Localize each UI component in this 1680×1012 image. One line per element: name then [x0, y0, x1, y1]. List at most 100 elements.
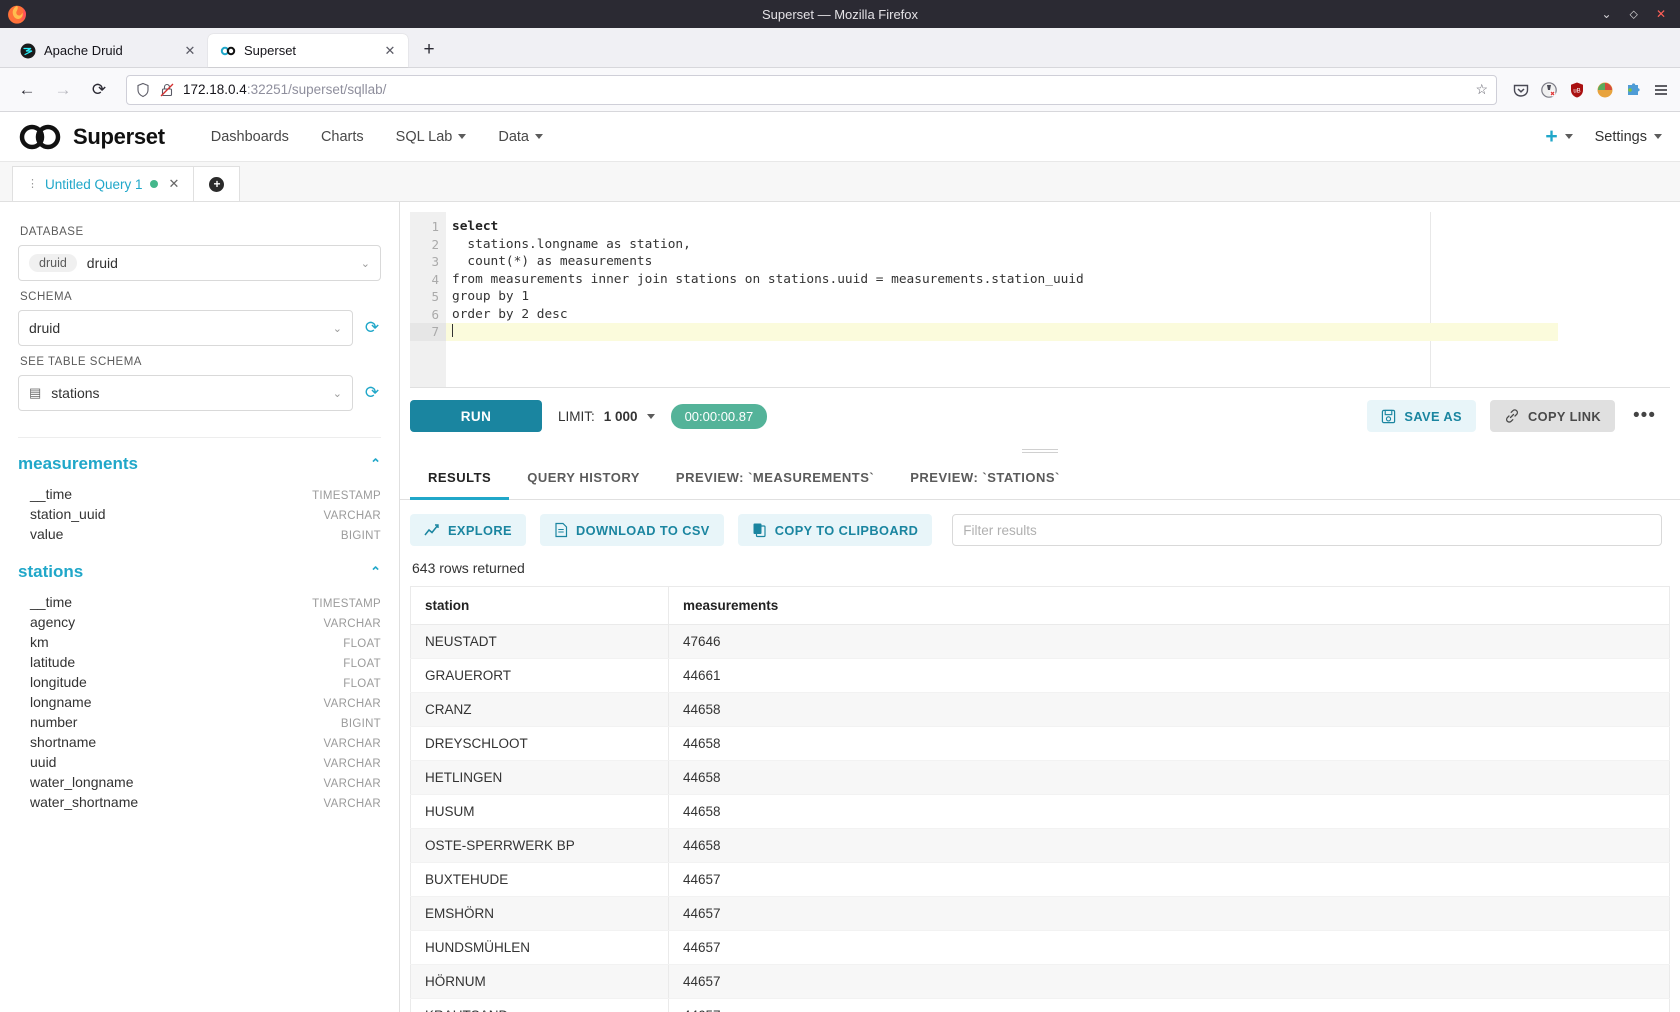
table-row[interactable]: HÖRNUM44657 — [411, 965, 1670, 999]
chevron-up-icon[interactable]: ⌃ — [370, 456, 381, 472]
nav-item-data[interactable]: Data — [482, 112, 559, 162]
table-header-measurements[interactable]: measurements ⌃ — [18, 454, 381, 474]
column-row: shortnameVARCHAR — [18, 732, 381, 752]
run-button[interactable]: RUN — [410, 400, 542, 432]
explore-button[interactable]: EXPLORE — [410, 514, 526, 546]
browser-tab-superset[interactable]: Superset ✕ — [208, 34, 408, 67]
ublock-icon[interactable]: uB — [1567, 80, 1586, 99]
column-name: agency — [30, 614, 75, 630]
database-select[interactable]: druid druid ⌄ — [18, 245, 381, 281]
column-header-station[interactable]: station — [411, 587, 669, 625]
table-row[interactable]: BUXTEHUDE44657 — [411, 863, 1670, 897]
refresh-schema-icon[interactable]: ⟳ — [363, 318, 381, 338]
nav-item-charts[interactable]: Charts — [305, 112, 380, 162]
settings-menu-button[interactable]: Settings — [1595, 129, 1662, 145]
tab-results[interactable]: RESULTS — [410, 458, 509, 500]
cell-measurements: 44658 — [669, 795, 1670, 829]
table-select[interactable]: ▤ stations ⌄ — [18, 375, 353, 411]
add-query-tab-button[interactable]: + — [194, 166, 240, 201]
query-tab-untitled-query-1[interactable]: ⋮ Untitled Query 1 ✕ — [12, 166, 194, 201]
menu-icon[interactable] — [1651, 80, 1670, 99]
pocket-icon[interactable] — [1511, 80, 1530, 99]
table-row[interactable]: CRANZ44658 — [411, 693, 1670, 727]
tab-preview-measurements[interactable]: PREVIEW: `MEASUREMENTS` — [658, 458, 892, 500]
nav-item-dashboards[interactable]: Dashboards — [195, 112, 305, 162]
cell-measurements: 44661 — [669, 659, 1670, 693]
schema-select[interactable]: druid ⌄ — [18, 310, 353, 346]
plus-icon: + — [209, 177, 224, 192]
database-value: druid — [87, 255, 118, 271]
table-schema-label: SEE TABLE SCHEMA — [20, 356, 381, 368]
copy-clipboard-button[interactable]: COPY TO CLIPBOARD — [738, 514, 933, 546]
superset-logo[interactable]: Superset — [18, 124, 165, 150]
table-row[interactable]: OSTE-SPERRWERK BP44658 — [411, 829, 1670, 863]
container-icon[interactable] — [1539, 80, 1558, 99]
tab-preview-stations[interactable]: PREVIEW: `STATIONS` — [892, 458, 1078, 500]
table-row[interactable]: GRAUERORT44661 — [411, 659, 1670, 693]
superset-favicon-icon — [220, 43, 236, 59]
cell-station: BUXTEHUDE — [411, 863, 669, 897]
column-type: FLOAT — [343, 658, 381, 670]
column-row: __timeTIMESTAMP — [18, 484, 381, 504]
chevron-up-icon[interactable]: ⌃ — [370, 564, 381, 580]
colorful-shield-icon[interactable] — [1595, 80, 1614, 99]
tab-close-icon[interactable]: ✕ — [182, 43, 198, 59]
table-row[interactable]: NEUSTADT47646 — [411, 625, 1670, 659]
puzzle-icon[interactable] — [1623, 80, 1642, 99]
cell-measurements: 44657 — [669, 897, 1670, 931]
more-options-button[interactable]: ••• — [1629, 405, 1660, 427]
column-row: numberBIGINT — [18, 712, 381, 732]
tab-close-icon[interactable]: ✕ — [382, 43, 398, 59]
table-row[interactable]: HETLINGEN44658 — [411, 761, 1670, 795]
new-item-button[interactable]: + — [1545, 125, 1572, 149]
results-table-wrapper[interactable]: station measurements NEUSTADT47646 GRAUE… — [400, 586, 1680, 1012]
tab-query-history[interactable]: QUERY HISTORY — [509, 458, 658, 500]
copy-link-button[interactable]: COPY LINK — [1490, 400, 1615, 432]
maximize-button[interactable]: ⬦ — [1630, 8, 1638, 20]
save-as-label: SAVE AS — [1404, 409, 1462, 424]
sqllab-right-panel: 1 2 3 4 5 6 7 select stations.longname a… — [400, 202, 1680, 1012]
column-header-measurements[interactable]: measurements — [669, 587, 1670, 625]
window-close-button[interactable]: ✕ — [1656, 8, 1666, 20]
table-row[interactable]: KRAUTSAND44657 — [411, 999, 1670, 1012]
table-row[interactable]: HUNDSMÜHLEN44657 — [411, 931, 1670, 965]
download-csv-button[interactable]: DOWNLOAD TO CSV — [540, 514, 724, 546]
column-name: value — [30, 526, 63, 542]
back-button[interactable]: ← — [10, 74, 44, 106]
browser-tab-apache-druid[interactable]: Apache Druid ✕ — [8, 34, 208, 67]
minimize-button[interactable]: ⌄ — [1601, 8, 1611, 20]
schema-label: SCHEMA — [20, 291, 381, 303]
query-tab-close-icon[interactable]: ✕ — [169, 176, 180, 192]
sql-code-text[interactable]: select stations.longname as station, cou… — [446, 212, 1431, 387]
panel-resize-handle[interactable] — [400, 444, 1680, 458]
table-row[interactable]: DREYSCHLOOT44658 — [411, 727, 1670, 761]
tab-title: Superset — [244, 43, 374, 58]
cell-station: HÖRNUM — [411, 965, 669, 999]
table-header-stations[interactable]: stations ⌃ — [18, 562, 381, 582]
reload-button[interactable]: ⟳ — [82, 74, 116, 106]
nav-label: Dashboards — [211, 129, 289, 145]
row-count-text: 643 rows returned — [400, 552, 1680, 586]
new-tab-button[interactable]: + — [414, 35, 444, 65]
line-number: 3 — [431, 254, 439, 269]
results-table: station measurements NEUSTADT47646 GRAUE… — [410, 586, 1670, 1012]
drag-handle-icon[interactable]: ⋮ — [27, 179, 38, 190]
table-row[interactable]: HUSUM44658 — [411, 795, 1670, 829]
column-name: number — [30, 714, 77, 730]
refresh-table-icon[interactable]: ⟳ — [363, 383, 381, 403]
sqllab-left-panel: DATABASE druid druid ⌄ SCHEMA druid ⌄ ⟳ … — [0, 202, 400, 1012]
column-name: water_longname — [30, 774, 134, 790]
bookmark-star-icon[interactable]: ☆ — [1475, 81, 1488, 98]
url-bar[interactable]: 172.18.0.4:32251/superset/sqllab/ ☆ — [126, 75, 1497, 105]
download-csv-label: DOWNLOAD TO CSV — [576, 523, 710, 538]
window-controls[interactable]: ⌄ ⬦ ✕ — [1601, 8, 1680, 20]
nav-item-sql-lab[interactable]: SQL Lab — [380, 112, 483, 162]
line-number: 1 — [431, 219, 439, 234]
forward-button[interactable]: → — [46, 74, 80, 106]
table-row[interactable]: EMSHÖRN44657 — [411, 897, 1670, 931]
limit-selector[interactable]: LIMIT: 1 000 — [558, 409, 655, 424]
sql-editor[interactable]: 1 2 3 4 5 6 7 select stations.longname a… — [410, 212, 1670, 388]
filter-results-input[interactable]: Filter results — [952, 514, 1662, 546]
column-type: FLOAT — [343, 678, 381, 690]
save-as-button[interactable]: SAVE AS — [1367, 400, 1476, 432]
